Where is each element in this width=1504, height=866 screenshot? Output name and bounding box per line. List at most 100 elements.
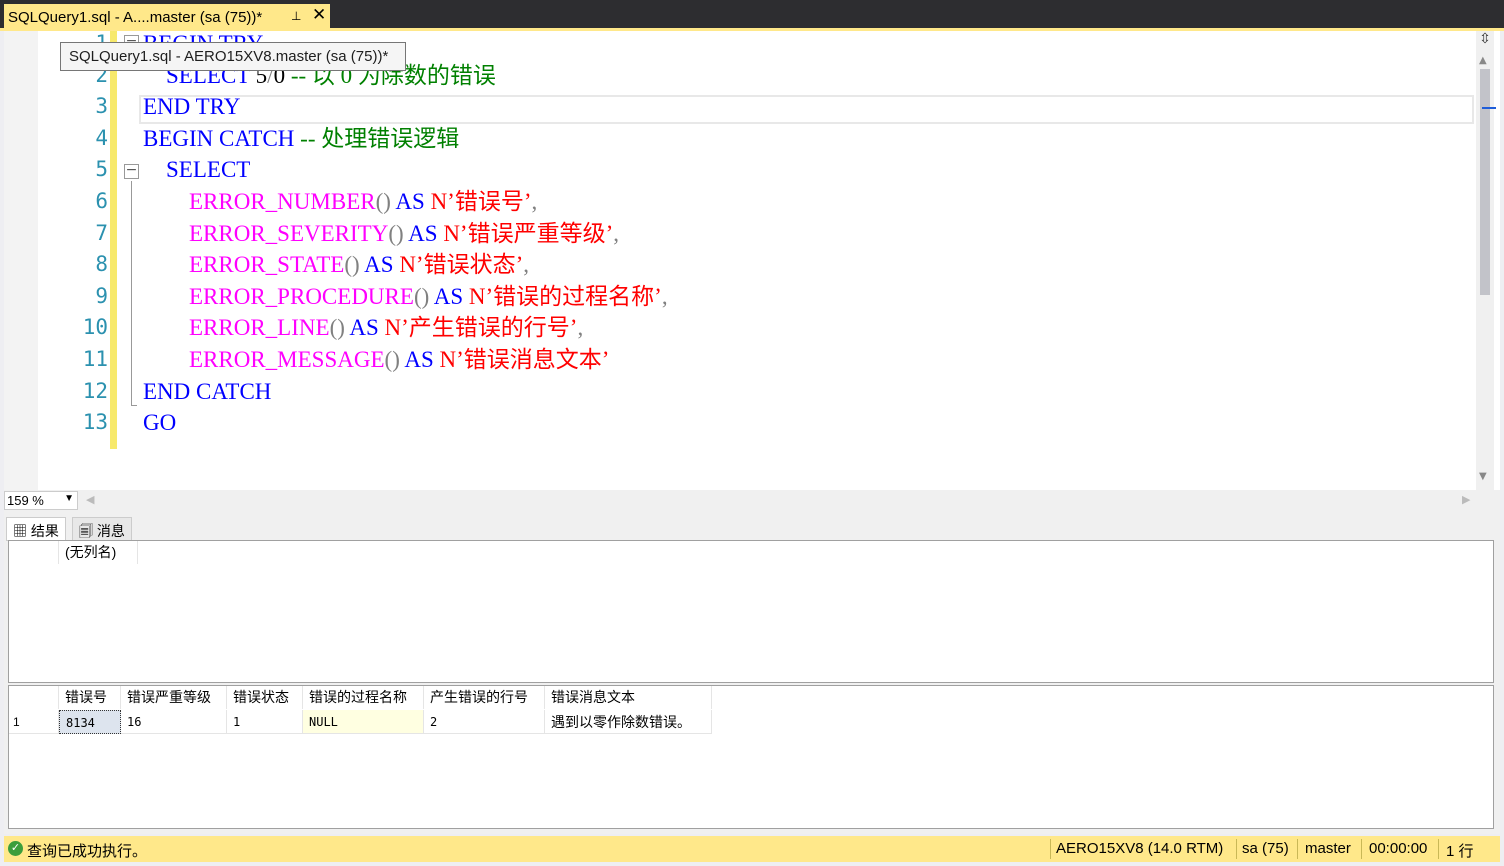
- fold-guide: [131, 181, 132, 405]
- code-line[interactable]: ERROR_STATE() AS N’错误状态’,: [143, 249, 529, 280]
- scroll-up-icon[interactable]: ▲: [1479, 55, 1487, 66]
- line-number: 10: [82, 315, 108, 340]
- code-token: AS: [395, 189, 431, 214]
- split-window-icon[interactable]: ⇳: [1478, 31, 1492, 49]
- code-token: END CATCH: [143, 378, 272, 404]
- divider: [1297, 839, 1298, 859]
- code-token: (): [344, 252, 365, 278]
- code-line[interactable]: END TRY: [143, 91, 240, 122]
- code-token: AS: [364, 252, 400, 278]
- row-header-corner: [9, 686, 59, 709]
- close-icon[interactable]: ✕: [312, 5, 326, 25]
- divider: [1438, 839, 1439, 859]
- code-token: -- 处理错误逻辑: [300, 125, 460, 151]
- status-user: sa (75): [1242, 840, 1289, 857]
- divider: [1361, 839, 1362, 859]
- line-numbers: 12345678910111213: [38, 31, 108, 490]
- line-number: 6: [95, 189, 108, 213]
- code-token: N’错误状态’: [399, 252, 524, 278]
- code-token: (): [388, 220, 409, 246]
- column-header[interactable]: 错误严重等级: [121, 686, 227, 709]
- code-token: SELECT: [143, 157, 251, 183]
- code-line[interactable]: ERROR_SEVERITY() AS N’错误严重等级’,: [143, 218, 619, 249]
- table-cell[interactable]: 8134: [59, 710, 121, 734]
- chevron-down-icon[interactable]: ▼: [64, 493, 74, 504]
- code-token: ,: [661, 283, 668, 309]
- scroll-right-icon[interactable]: ▶: [1462, 493, 1470, 506]
- result-grid-2[interactable]: 错误号 错误严重等级 错误状态 错误的过程名称 产生错误的行号 错误消息文本 1…: [8, 685, 1494, 829]
- status-database: master: [1305, 840, 1351, 857]
- row-header-corner: [9, 541, 59, 564]
- column-header[interactable]: 错误的过程名称: [303, 686, 424, 709]
- tab-title: SQLQuery1.sql - A....master (sa (75))*: [8, 9, 263, 26]
- column-header[interactable]: 错误号: [59, 686, 121, 709]
- code-token: ERROR_MESSAGE: [143, 347, 385, 372]
- code-token: (): [375, 189, 396, 214]
- code-token: N’产生错误的行号’: [384, 315, 578, 341]
- code-token: AS: [349, 315, 385, 341]
- caret-position-marker: [1482, 107, 1496, 109]
- editor-margin: [4, 31, 38, 490]
- column-header[interactable]: 错误状态: [227, 686, 303, 709]
- line-number: 3: [95, 94, 108, 119]
- table-cell[interactable]: NULL: [303, 710, 424, 734]
- code-token: ERROR_LINE: [143, 315, 330, 341]
- table-cell[interactable]: 16: [121, 710, 227, 734]
- results-pane: ▦ 结果 🗐 消息 (无列名) 错误号 错误严重等级 错误状态 错误的过程名称 …: [4, 512, 1500, 834]
- messages-icon: 🗐: [79, 523, 93, 539]
- query-editor[interactable]: 12345678910111213 − − BEGIN TRY SELECT 5…: [4, 31, 1500, 490]
- tab-messages-label: 消息: [96, 523, 125, 539]
- code-token: N’错误号’: [430, 189, 532, 214]
- code-token: ,: [577, 315, 584, 341]
- code-token: ERROR_NUMBER: [143, 189, 376, 214]
- code-line[interactable]: END CATCH: [143, 376, 271, 407]
- tab-results[interactable]: ▦ 结果: [6, 517, 66, 541]
- column-header[interactable]: 错误消息文本: [545, 686, 712, 709]
- code-area[interactable]: BEGIN TRY SELECT 5/0 -- 以 0 为除数的错误END TR…: [143, 31, 1473, 490]
- status-bar: ✓ 查询已成功执行。 AERO15XV8 (14.0 RTM) sa (75) …: [4, 836, 1500, 862]
- code-line[interactable]: GO: [143, 407, 176, 438]
- code-token: ERROR_STATE: [143, 252, 345, 278]
- table-cell[interactable]: 遇到以零作除数错误。: [545, 710, 712, 734]
- zoom-bar: 159 % ▼ ◀ ▶: [4, 490, 1500, 512]
- pin-icon[interactable]: ⊥: [291, 9, 301, 23]
- code-line[interactable]: SELECT: [143, 154, 250, 185]
- row-number[interactable]: 1: [9, 710, 59, 734]
- code-token: (): [384, 347, 405, 372]
- code-line[interactable]: BEGIN CATCH -- 处理错误逻辑: [143, 123, 459, 154]
- change-tracking-bar: [110, 31, 117, 449]
- line-number: 13: [82, 410, 108, 435]
- table-cell[interactable]: 2: [424, 710, 545, 734]
- scroll-down-icon[interactable]: ▼: [1479, 471, 1487, 482]
- code-token: AS: [404, 347, 440, 372]
- code-token: (): [329, 315, 350, 341]
- line-number: 9: [95, 283, 108, 308]
- result-grid-1[interactable]: (无列名): [8, 540, 1494, 683]
- column-header[interactable]: 产生错误的行号: [424, 686, 545, 709]
- collapse-icon[interactable]: −: [124, 163, 139, 179]
- code-line[interactable]: ERROR_MESSAGE() AS N’错误消息文本’: [143, 344, 609, 375]
- code-token: ERROR_PROCEDURE: [143, 283, 414, 309]
- document-tab[interactable]: SQLQuery1.sql - A....master (sa (75))* ⊥…: [4, 4, 330, 30]
- status-elapsed: 00:00:00: [1369, 840, 1428, 857]
- scroll-left-icon[interactable]: ◀: [86, 493, 94, 506]
- code-line[interactable]: ERROR_NUMBER() AS N’错误号’,: [143, 186, 537, 217]
- code-token: AS: [433, 283, 469, 309]
- code-token: N’错误严重等级’: [443, 220, 614, 246]
- code-token: END TRY: [143, 94, 241, 120]
- fold-guide-end: [131, 405, 137, 406]
- tab-messages[interactable]: 🗐 消息: [72, 517, 132, 541]
- table-cell[interactable]: 1: [227, 710, 303, 734]
- document-tab-bar: SQLQuery1.sql - A....master (sa (75))* ⊥…: [0, 0, 1504, 30]
- code-line[interactable]: ERROR_PROCEDURE() AS N’错误的过程名称’,: [143, 281, 668, 312]
- vertical-scrollbar[interactable]: ⇳ ▲ ▼: [1476, 31, 1494, 490]
- tab-tooltip: SQLQuery1.sql - AERO15XV8.master (sa (75…: [60, 42, 406, 71]
- code-token: BEGIN CATCH: [143, 125, 301, 151]
- divider: [1236, 839, 1237, 859]
- zoom-select[interactable]: 159 % ▼: [4, 491, 78, 510]
- code-token: ,: [531, 189, 538, 214]
- code-token: ,: [613, 220, 619, 246]
- scroll-thumb[interactable]: [1480, 69, 1490, 295]
- column-header[interactable]: (无列名): [59, 541, 138, 564]
- code-line[interactable]: ERROR_LINE() AS N’产生错误的行号’,: [143, 312, 583, 343]
